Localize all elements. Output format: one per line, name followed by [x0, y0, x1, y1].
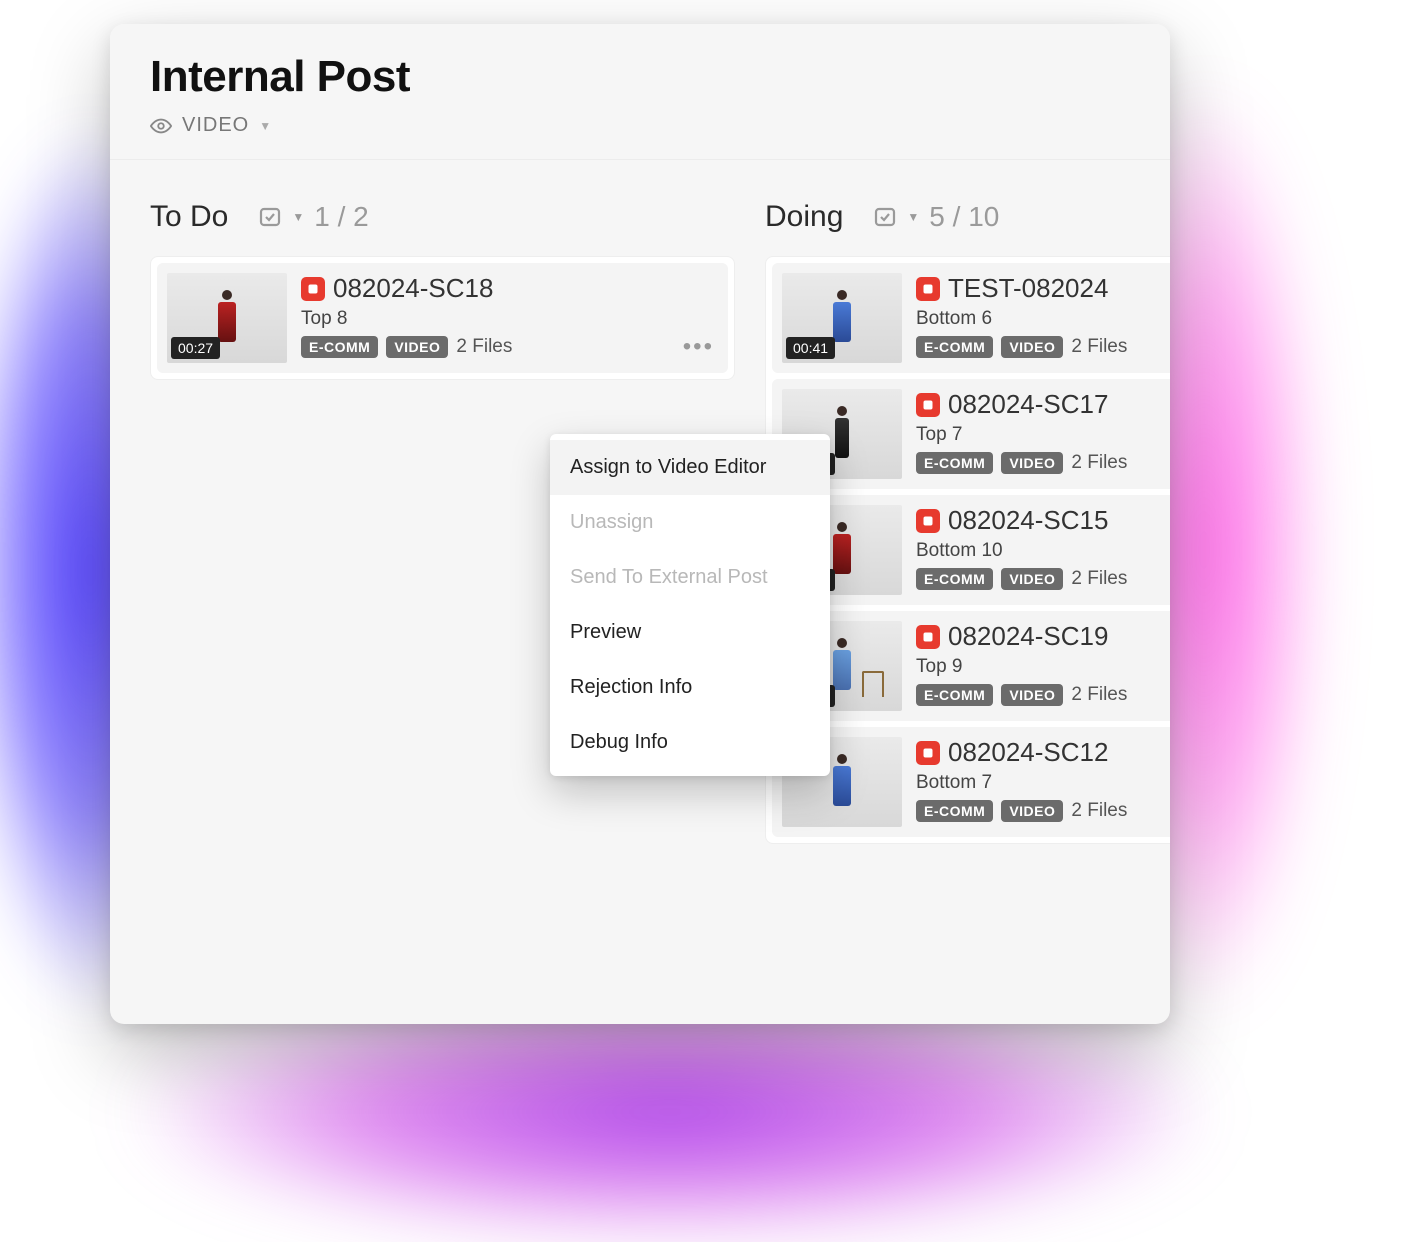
view-label: VIDEO — [182, 114, 249, 137]
card-body: TEST-082024 Bottom 6 E-COMM VIDEO 2 Files — [916, 273, 1170, 358]
menu-item: Unassign — [550, 495, 830, 550]
card-title: TEST-082024 — [948, 273, 1108, 304]
badge-video: VIDEO — [1001, 336, 1063, 358]
badge-ecomm: E-COMM — [301, 336, 378, 358]
thumbnail-figure — [217, 290, 237, 346]
record-icon — [301, 277, 325, 301]
thumbnail-figure — [832, 754, 852, 810]
thumbnail-figure — [832, 638, 852, 694]
task-card[interactable]: 00:39082024-SC17Top 7E-COMMVIDEO2 Files — [772, 379, 1170, 489]
card-subtitle: Top 9 — [916, 656, 1170, 678]
record-icon — [916, 741, 940, 765]
task-card[interactable]: 082024-SC12 Bottom 7 E-COMM VIDEO 2 Files — [772, 727, 1170, 837]
view-selector[interactable]: VIDEO ▼ — [150, 114, 1130, 137]
card-files-count: 2 Files — [456, 336, 512, 358]
checklist-icon — [258, 205, 282, 229]
thumbnail-duration: 00:41 — [786, 337, 835, 359]
card-subtitle: Top 8 — [301, 308, 718, 330]
thumbnail-figure — [832, 406, 852, 462]
task-card[interactable]: 00:27 082024-SC18 Top 8 E-COMM VIDEO 2 Files •… — [157, 263, 728, 373]
menu-item[interactable]: Assign to Video Editor — [550, 440, 830, 495]
card-title: 082024-SC19 — [948, 621, 1108, 652]
menu-item: Send To External Post — [550, 550, 830, 605]
menu-item[interactable]: Preview — [550, 605, 830, 660]
column-title: Doing — [765, 200, 843, 234]
card-thumbnail[interactable]: 00:27 — [167, 273, 287, 363]
card-files-count: 2 Files — [1071, 568, 1127, 590]
column-header-todo: To Do ▼ 1 / 2 — [150, 200, 735, 234]
card-thumbnail[interactable]: 00:41 — [782, 273, 902, 363]
card-subtitle: Bottom 6 — [916, 308, 1170, 330]
column-header-doing: Doing ▼ 5 / 10 — [765, 200, 1170, 234]
card-context-menu: Assign to Video EditorUnassignSend To Ex… — [550, 434, 830, 776]
menu-item[interactable]: Debug Info — [550, 715, 830, 770]
column-count-control[interactable]: ▼ 1 / 2 — [258, 201, 368, 233]
thumbnail-prop — [862, 671, 884, 697]
badge-ecomm: E-COMM — [916, 452, 993, 474]
card-files-count: 2 Files — [1071, 336, 1127, 358]
record-icon — [916, 393, 940, 417]
card-body: 082024-SC17 Top 7 E-COMM VIDEO 2 Files — [916, 389, 1170, 474]
column-count: 1 / 2 — [314, 201, 368, 233]
card-subtitle: Top 7 — [916, 424, 1170, 446]
card-body: 082024-SC12 Bottom 7 E-COMM VIDEO 2 Files — [916, 737, 1170, 822]
card-files-count: 2 Files — [1071, 684, 1127, 706]
badge-video: VIDEO — [1001, 452, 1063, 474]
card-title: 082024-SC15 — [948, 505, 1108, 536]
thumbnail-figure — [832, 522, 852, 578]
record-icon — [916, 625, 940, 649]
page-header: Internal Post VIDEO ▼ — [110, 24, 1170, 160]
menu-item[interactable]: Rejection Info — [550, 660, 830, 715]
badge-ecomm: E-COMM — [916, 336, 993, 358]
column-count-control[interactable]: ▼ 5 / 10 — [873, 201, 999, 233]
record-icon — [916, 509, 940, 533]
card-title: 082024-SC12 — [948, 737, 1108, 768]
task-card[interactable]: 01:09082024-SC19Top 9E-COMMVIDEO2 Files — [772, 611, 1170, 721]
caret-down-icon: ▼ — [292, 210, 304, 224]
thumbnail-figure — [832, 290, 852, 346]
card-title: 082024-SC18 — [333, 273, 493, 304]
column-count: 5 / 10 — [929, 201, 999, 233]
app-window: Internal Post VIDEO ▼ To Do — [110, 24, 1170, 1024]
eye-icon — [150, 115, 172, 137]
caret-down-icon: ▼ — [259, 119, 272, 133]
task-card[interactable]: 00:27082024-SC15Bottom 10E-COMMVIDEO2 Fi… — [772, 495, 1170, 605]
caret-down-icon: ▼ — [907, 210, 919, 224]
page-title: Internal Post — [150, 52, 1130, 102]
task-card[interactable]: 00:41 TEST-082024 Bottom 6 E-COMM VIDEO 2 Fil… — [772, 263, 1170, 373]
card-body: 082024-SC18 Top 8 E-COMM VIDEO 2 Files — [301, 273, 718, 358]
card-subtitle: Bottom 7 — [916, 772, 1170, 794]
card-body: 082024-SC15 Bottom 10 E-COMM VIDEO 2 Files — [916, 505, 1170, 590]
badge-ecomm: E-COMM — [916, 684, 993, 706]
card-files-count: 2 Files — [1071, 800, 1127, 822]
badge-video: VIDEO — [1001, 568, 1063, 590]
badge-ecomm: E-COMM — [916, 568, 993, 590]
card-body: 082024-SC19 Top 9 E-COMM VIDEO 2 Files — [916, 621, 1170, 706]
card-list-todo: 00:27 082024-SC18 Top 8 E-COMM VIDEO 2 Files •… — [150, 256, 735, 380]
card-title: 082024-SC17 — [948, 389, 1108, 420]
badge-ecomm: E-COMM — [916, 800, 993, 822]
badge-video: VIDEO — [386, 336, 448, 358]
checklist-icon — [873, 205, 897, 229]
column-title: To Do — [150, 200, 228, 234]
thumbnail-duration: 00:27 — [171, 337, 220, 359]
card-files-count: 2 Files — [1071, 452, 1127, 474]
badge-video: VIDEO — [1001, 800, 1063, 822]
record-icon — [916, 277, 940, 301]
badge-video: VIDEO — [1001, 684, 1063, 706]
card-more-button[interactable]: ••• — [683, 335, 714, 359]
card-subtitle: Bottom 10 — [916, 540, 1170, 562]
